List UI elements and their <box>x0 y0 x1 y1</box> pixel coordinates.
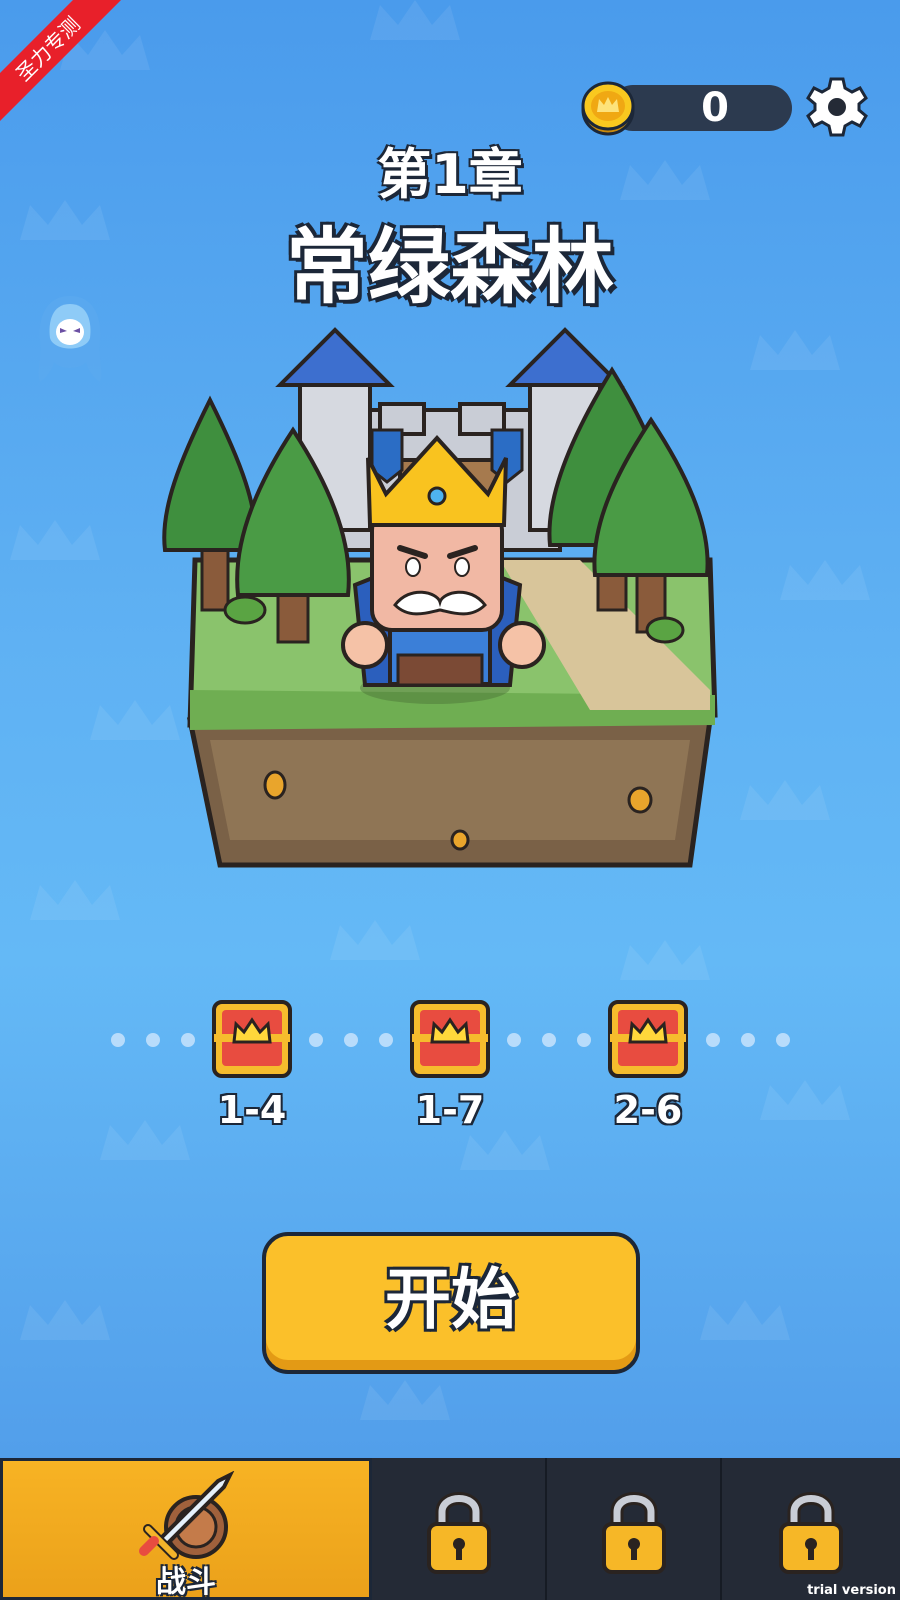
tab-battle-label: 战斗 <box>156 1565 216 1600</box>
start-button[interactable]: 开始 <box>262 1232 640 1374</box>
chapter-number: 第1章 <box>377 143 523 206</box>
reward-chest-2[interactable] <box>408 996 492 1080</box>
tab-locked-2[interactable] <box>547 1458 720 1600</box>
start-button-label: 开始 <box>385 1261 517 1338</box>
forest-island-scene <box>162 327 718 868</box>
sword-shield-icon <box>139 1471 235 1560</box>
tab-locked-1[interactable] <box>372 1458 545 1600</box>
chest-label-3: 2-6 <box>613 1088 683 1132</box>
settings-gear-icon[interactable] <box>806 76 868 138</box>
tab-locked-3[interactable] <box>722 1458 900 1600</box>
bottom-navigation: 战斗 trial version <box>0 1458 900 1600</box>
test-ribbon: 圣力专测 <box>0 0 130 130</box>
coin-icon <box>581 81 635 136</box>
tab-battle[interactable]: 战斗 <box>0 1458 372 1600</box>
chapter-name: 常绿森林 <box>285 220 614 315</box>
ghost-hero-avatar[interactable] <box>30 290 110 390</box>
reward-chest-1[interactable] <box>210 996 294 1080</box>
test-ribbon-label: 圣力专测 <box>0 0 130 130</box>
coin-value: 0 <box>701 85 729 131</box>
lock-icon <box>601 1492 666 1574</box>
reward-chest-3[interactable] <box>606 996 690 1080</box>
chest-label-2: 1-7 <box>415 1088 485 1132</box>
trial-watermark: trial version <box>807 1583 896 1598</box>
lock-icon <box>779 1492 843 1574</box>
lock-icon <box>426 1492 491 1574</box>
chest-label-1: 1-4 <box>217 1088 287 1132</box>
